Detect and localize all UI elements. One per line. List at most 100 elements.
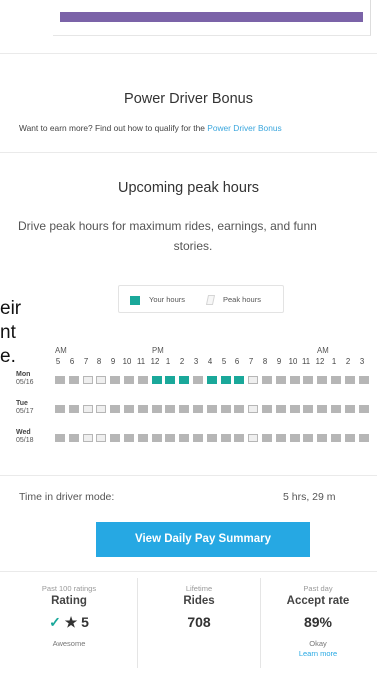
hour-cell	[179, 405, 189, 413]
hour-label: 7	[248, 357, 254, 366]
peak-hour-cell	[248, 434, 258, 442]
hour-cell	[55, 376, 65, 384]
hour-label: 12	[150, 357, 160, 366]
hour-cell	[317, 376, 327, 384]
hour-label: 8	[262, 357, 268, 366]
day-label: Mon 05/16	[16, 371, 34, 387]
hour-label: 1	[331, 357, 337, 366]
peak-hours-description: Drive peak hours for maximum rides, earn…	[18, 219, 317, 233]
divider	[0, 571, 377, 572]
hour-cell	[152, 434, 162, 442]
hour-cell	[179, 434, 189, 442]
hour-label: 9	[276, 357, 282, 366]
accept-rate-value: 89%	[303, 614, 333, 630]
peak-hours-label: Peak hours	[223, 295, 261, 304]
hour-cell	[359, 376, 369, 384]
your-hour-cell	[152, 376, 162, 384]
hour-label: 5	[221, 357, 227, 366]
rides-stat: Lifetime Rides 708	[138, 584, 260, 632]
hour-cell	[276, 376, 286, 384]
hour-cell	[110, 376, 120, 384]
hour-cell	[124, 376, 134, 384]
rating-value-row: ✓ ★ 5	[14, 612, 124, 632]
driver-mode-value: 5 hrs, 29 m	[283, 491, 336, 503]
hour-cell	[55, 405, 65, 413]
view-daily-pay-summary-button[interactable]: View Daily Pay Summary	[96, 522, 310, 557]
day-name: Tue	[16, 400, 28, 407]
top-color-bar	[60, 12, 363, 22]
hour-label: 7	[83, 357, 89, 366]
hour-cell	[69, 434, 79, 442]
overlay-text-fragment: e.	[0, 346, 16, 367]
hour-label: 5	[55, 357, 61, 366]
check-icon: ✓	[49, 614, 61, 630]
hour-cell	[262, 376, 272, 384]
hour-label: 11	[301, 357, 311, 366]
your-hour-cell	[234, 376, 244, 384]
hour-cell	[276, 434, 286, 442]
day-name: Wed	[16, 429, 31, 436]
divider	[0, 475, 377, 476]
hour-cell	[69, 376, 79, 384]
hour-cell	[345, 434, 355, 442]
peak-hours-description-continued: stories.	[173, 239, 213, 253]
overlay-text-fragment: nt	[0, 322, 16, 343]
period-label: AM	[317, 346, 329, 355]
hour-cell	[207, 405, 217, 413]
rides-title: Rides	[183, 595, 215, 607]
hour-label: 6	[69, 357, 75, 366]
hour-cell	[303, 434, 313, 442]
hour-cell	[193, 434, 203, 442]
hour-label: 9	[110, 357, 116, 366]
bonus-prompt-text: Want to earn more? Find out how to quali…	[19, 123, 208, 133]
learn-more-link[interactable]: Learn more	[262, 649, 374, 659]
hour-cell	[110, 434, 120, 442]
star-icon: ★	[64, 614, 78, 630]
hour-label: 2	[179, 357, 185, 366]
accept-rate-note: Okay	[309, 639, 327, 648]
hour-cell	[138, 405, 148, 413]
peak-hour-cell	[83, 434, 93, 442]
peak-hour-cell	[96, 405, 106, 413]
hour-cell	[165, 434, 175, 442]
peak-hour-cell	[248, 376, 258, 384]
hour-cell	[303, 405, 313, 413]
power-driver-bonus-link[interactable]: Power Driver Bonus	[207, 123, 281, 133]
peak-hours-title: Upcoming peak hours	[117, 180, 260, 196]
your-hour-cell	[165, 376, 175, 384]
accept-rate-title: Accept rate	[286, 595, 350, 607]
driver-mode-label: Time in driver mode:	[19, 491, 115, 503]
hour-cell	[290, 405, 300, 413]
hour-label: 12	[315, 357, 325, 366]
day-date: 05/16	[16, 379, 34, 386]
rating-value: 5	[81, 614, 89, 630]
hour-cell	[138, 376, 148, 384]
hour-cell	[331, 405, 341, 413]
hour-cell	[262, 434, 272, 442]
your-hours-swatch	[130, 296, 140, 305]
hour-label: 10	[122, 357, 132, 366]
hour-cell	[290, 434, 300, 442]
hour-cell	[124, 434, 134, 442]
hour-cell	[193, 376, 203, 384]
bonus-prompt: Want to earn more? Find out how to quali…	[19, 123, 377, 133]
bonus-title: Power Driver Bonus	[124, 91, 253, 107]
hour-cell	[234, 405, 244, 413]
hour-label: 8	[96, 357, 102, 366]
hour-cell	[331, 376, 341, 384]
rating-caption: Past 100 ratings	[41, 584, 97, 593]
day-name: Mon	[16, 371, 31, 378]
hour-cell	[345, 376, 355, 384]
rating-note: Awesome	[52, 639, 86, 648]
hour-cell	[303, 376, 313, 384]
divider	[0, 152, 377, 153]
rides-caption: Lifetime	[185, 584, 213, 593]
day-label: Tue 05/17	[16, 400, 34, 416]
divider	[0, 53, 377, 54]
accept-rate-stat: Past day Accept rate 89% Okay Learn more	[262, 584, 374, 659]
peak-hour-cell	[83, 376, 93, 384]
hour-cell	[359, 434, 369, 442]
hour-cell	[221, 405, 231, 413]
your-hour-cell	[179, 376, 189, 384]
hour-cell	[234, 434, 244, 442]
